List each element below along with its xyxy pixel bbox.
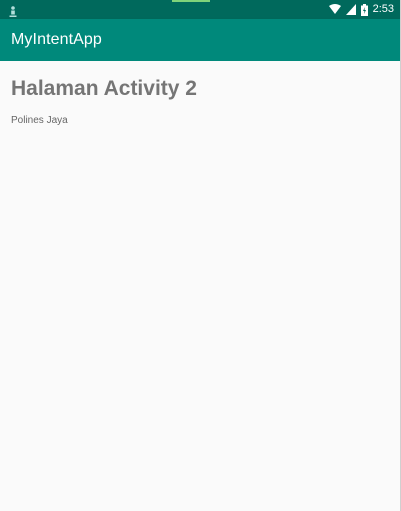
notification-icon — [9, 3, 17, 17]
content-area: Halaman Activity 2 Polines Jaya — [0, 61, 401, 511]
status-indicator — [172, 0, 210, 2]
signal-icon — [345, 4, 356, 15]
app-title: MyIntentApp — [11, 31, 102, 48]
app-bar: MyIntentApp — [0, 19, 401, 61]
status-time: 2:53 — [372, 3, 394, 15]
status-icons: 2:53 — [328, 2, 394, 17]
page-heading: Halaman Activity 2 — [11, 77, 197, 100]
status-bar: 2:53 — [0, 0, 401, 19]
battery-icon — [360, 3, 368, 16]
page-subtext: Polines Jaya — [11, 115, 68, 126]
wifi-icon — [328, 4, 341, 15]
